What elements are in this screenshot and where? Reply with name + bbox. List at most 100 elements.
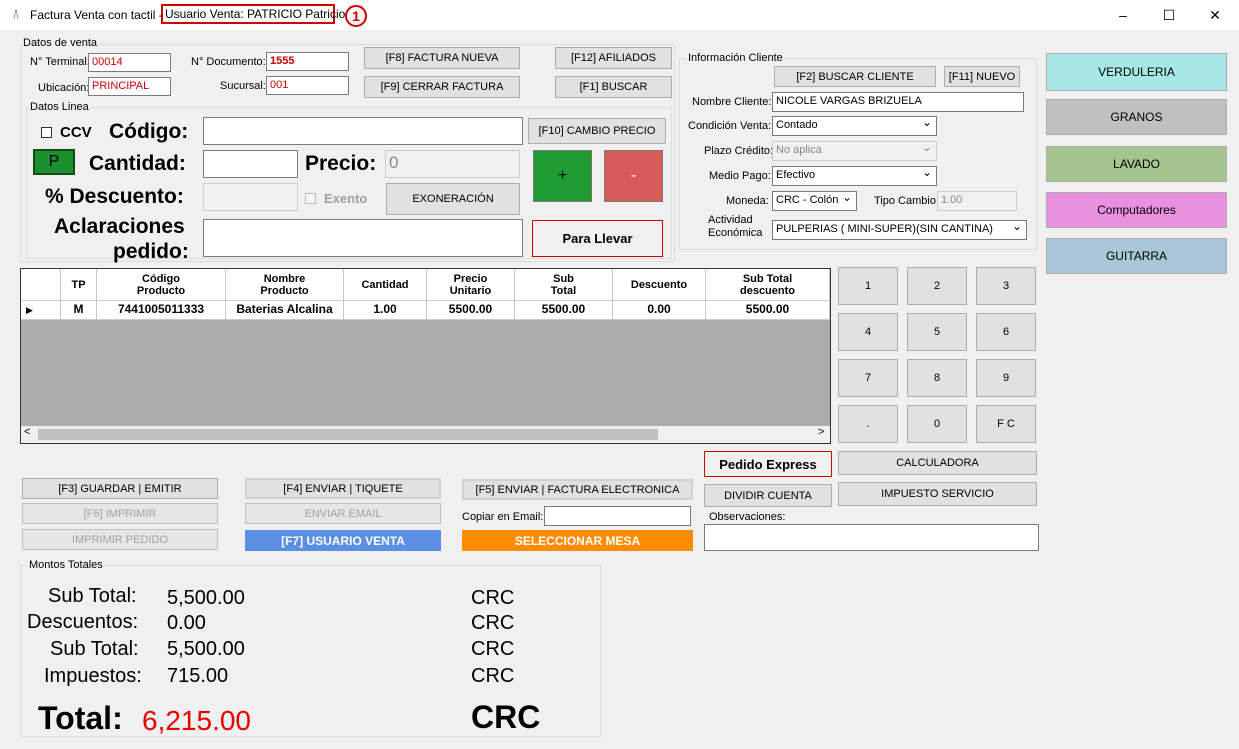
numpad-8[interactable]: 8 bbox=[907, 359, 967, 397]
numpad-3[interactable]: 3 bbox=[976, 267, 1036, 305]
aclaraciones-input[interactable] bbox=[203, 219, 523, 257]
grid-hscroll-thumb[interactable] bbox=[38, 429, 658, 440]
nuevo-cliente-button[interactable]: [F11] NUEVO bbox=[944, 66, 1020, 87]
usuario-venta-button[interactable]: [F7] USUARIO VENTA bbox=[245, 530, 441, 551]
table-cell-tp[interactable]: M bbox=[61, 301, 97, 320]
sucursal-field[interactable]: 001 bbox=[266, 76, 349, 95]
add-button[interactable]: + bbox=[533, 150, 592, 202]
table-cell-precio[interactable]: 5500.00 bbox=[427, 301, 515, 320]
terminal-field[interactable]: 00014 bbox=[88, 53, 171, 72]
grid-header-codigo[interactable]: Código Producto bbox=[97, 269, 226, 301]
grid-header-precio[interactable]: Precio Unitario bbox=[427, 269, 515, 301]
afiliados-button[interactable]: [F12] AFILIADOS bbox=[555, 47, 672, 69]
ubicacion-field[interactable]: PRINCIPAL bbox=[88, 77, 171, 96]
p-button[interactable]: P bbox=[33, 149, 75, 175]
buscar-cliente-button[interactable]: [F2] BUSCAR CLIENTE bbox=[774, 66, 936, 87]
grid-header-subtotal[interactable]: Sub Total bbox=[515, 269, 613, 301]
enviar-tiquete-button[interactable]: [F4] ENVIAR | TIQUETE bbox=[245, 478, 441, 499]
table-cell-descuento[interactable]: 0.00 bbox=[613, 301, 706, 320]
buscar-button[interactable]: [F1] BUSCAR bbox=[555, 76, 672, 98]
numpad-1[interactable]: 1 bbox=[838, 267, 898, 305]
scroll-right-icon[interactable]: > bbox=[818, 426, 824, 438]
remove-button[interactable]: - bbox=[604, 150, 663, 202]
category-verduleria-button[interactable]: VERDULERIA bbox=[1046, 53, 1227, 91]
imprimir-button[interactable]: [F6] IMPRIMIR bbox=[22, 503, 218, 524]
calculadora-button[interactable]: CALCULADORA bbox=[838, 451, 1037, 475]
documento-field[interactable]: 1555 bbox=[266, 52, 349, 71]
impuesto-servicio-button[interactable]: IMPUESTO SERVICIO bbox=[838, 482, 1037, 506]
pedido-express-button[interactable]: Pedido Express bbox=[704, 451, 832, 477]
maximize-button[interactable]: ☐ bbox=[1146, 0, 1192, 30]
descuento-input[interactable] bbox=[203, 183, 298, 211]
exento-checkbox[interactable] bbox=[305, 193, 316, 204]
exoneracion-button[interactable]: EXONERACIÓN bbox=[386, 183, 520, 215]
category-guitarra-button[interactable]: GUITARRA bbox=[1046, 238, 1227, 274]
sucursal-label: Sucursal: bbox=[220, 80, 266, 92]
cerrar-factura-button[interactable]: [F9] CERRAR FACTURA bbox=[364, 76, 520, 98]
category-lavado-button[interactable]: LAVADO bbox=[1046, 146, 1227, 182]
para-llevar-button[interactable]: Para Llevar bbox=[532, 220, 663, 257]
aclaraciones-label-2: pedido: bbox=[113, 240, 189, 263]
enviar-factura-button[interactable]: [F5] ENVIAR | FACTURA ELECTRONICA bbox=[462, 479, 693, 500]
subtotal-2-label: Sub Total: bbox=[50, 638, 139, 660]
numpad-6[interactable]: 6 bbox=[976, 313, 1036, 351]
table-cell-cantidad[interactable]: 1.00 bbox=[344, 301, 427, 320]
numpad-2[interactable]: 2 bbox=[907, 267, 967, 305]
tipo-cambio-field[interactable]: 1.00 bbox=[937, 191, 1017, 211]
row-selector-icon[interactable]: ▶ bbox=[21, 301, 61, 320]
precio-input[interactable]: 0 bbox=[385, 150, 520, 178]
plazo-credito-select[interactable]: No aplica bbox=[772, 139, 937, 161]
codigo-input[interactable] bbox=[203, 117, 523, 145]
moneda-label: Moneda: bbox=[726, 195, 769, 207]
grid-header-nombre[interactable]: Nombre Producto bbox=[226, 269, 344, 301]
enviar-email-button[interactable]: ENVIAR EMAIL bbox=[245, 503, 441, 524]
numpad-9[interactable]: 9 bbox=[976, 359, 1036, 397]
moneda-select[interactable]: CRC - Colón bbox=[772, 189, 857, 211]
total-value: 6,215.00 bbox=[142, 705, 251, 736]
close-button[interactable]: ✕ bbox=[1192, 0, 1238, 30]
imprimir-pedido-button[interactable]: IMPRIMIR PEDIDO bbox=[22, 529, 218, 550]
numpad-0[interactable]: 0 bbox=[907, 405, 967, 443]
numpad-5[interactable]: 5 bbox=[907, 313, 967, 351]
guardar-emitir-button[interactable]: [F3] GUARDAR | EMITIR bbox=[22, 478, 218, 499]
numpad-fc[interactable]: F C bbox=[976, 405, 1036, 443]
cantidad-input[interactable] bbox=[203, 150, 298, 178]
numpad-7[interactable]: 7 bbox=[838, 359, 898, 397]
grid-header-subtotal-descuento[interactable]: Sub Total descuento bbox=[706, 269, 830, 301]
medio-pago-select[interactable]: Efectivo bbox=[772, 164, 937, 186]
numpad-dot[interactable]: . bbox=[838, 405, 898, 443]
precio-label: Precio: bbox=[305, 152, 377, 175]
grid-header-precio-l2: Unitario bbox=[449, 284, 492, 297]
condicion-venta-select[interactable]: Contado bbox=[772, 114, 937, 136]
grid-header-cantidad[interactable]: Cantidad bbox=[344, 269, 427, 301]
table-cell-subtotal[interactable]: 5500.00 bbox=[515, 301, 613, 320]
category-granos-button[interactable]: GRANOS bbox=[1046, 99, 1227, 135]
scroll-left-icon[interactable]: < bbox=[24, 426, 30, 438]
ccv-checkbox[interactable] bbox=[41, 127, 52, 138]
descuentos-currency: CRC bbox=[471, 612, 515, 634]
table-cell-codigo[interactable]: 7441005011333 bbox=[97, 301, 226, 320]
cambio-precio-button[interactable]: [F10] CAMBIO PRECIO bbox=[528, 118, 666, 144]
total-currency: CRC bbox=[471, 699, 541, 735]
copiar-email-input[interactable] bbox=[544, 506, 691, 526]
observaciones-label: Observaciones: bbox=[709, 511, 786, 523]
window-title: Factura Venta con tactil - bbox=[30, 8, 163, 22]
dividir-cuenta-button[interactable]: DIVIDIR CUENTA bbox=[704, 484, 832, 507]
grid-header-tp[interactable]: TP bbox=[61, 269, 97, 301]
factura-nueva-button[interactable]: [F8] FACTURA NUEVA bbox=[364, 47, 520, 69]
observaciones-input[interactable] bbox=[704, 524, 1039, 551]
aclaraciones-label: Aclaraciones bbox=[54, 215, 185, 238]
numpad-4[interactable]: 4 bbox=[838, 313, 898, 351]
seleccionar-mesa-button[interactable]: SELECCIONAR MESA bbox=[462, 530, 693, 551]
table-cell-nombre[interactable]: Baterias Alcalina bbox=[226, 301, 344, 320]
table-cell-subtotal-descuento[interactable]: 5500.00 bbox=[706, 301, 830, 320]
window-user-label: Usuario Venta: PATRICIO Patricio bbox=[161, 4, 345, 24]
descuentos-label: Descuentos: bbox=[27, 611, 139, 633]
actividad-economica-select[interactable]: PULPERIAS ( MINI-SUPER)(SIN CANTINA) bbox=[772, 218, 1027, 240]
grid-header-subtotal-descuento-l1: Sub Total bbox=[742, 272, 793, 285]
grid-header-subtotal-descuento-l2: descuento bbox=[739, 284, 795, 297]
grid-header-descuento[interactable]: Descuento bbox=[613, 269, 706, 301]
nombre-cliente-field[interactable]: NICOLE VARGAS BRIZUELA bbox=[772, 92, 1024, 112]
category-computadores-button[interactable]: Computadores bbox=[1046, 192, 1227, 228]
minimize-button[interactable]: – bbox=[1100, 0, 1146, 30]
